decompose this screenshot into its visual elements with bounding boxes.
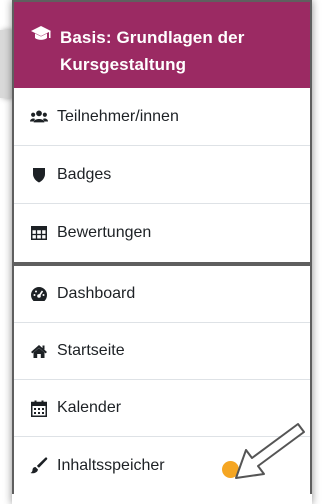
arrow-pointer-icon [235, 423, 305, 479]
shield-icon [30, 166, 48, 184]
nav-item-label: Badges [57, 165, 112, 183]
nav-item-badges[interactable]: Badges [14, 146, 310, 204]
nav-item-label: Dashboard [57, 285, 136, 302]
tachometer-icon [30, 285, 48, 303]
calendar-icon [30, 399, 48, 417]
nav-item-grades[interactable]: Bewertungen [14, 204, 310, 262]
table-icon [30, 224, 48, 242]
nav-item-label: Startseite [57, 342, 125, 359]
nav-item-participants[interactable]: Teilnehmer/innen [14, 88, 310, 146]
users-icon [30, 108, 48, 126]
background-window-edge [0, 30, 12, 98]
nav-item-label: Kalender [57, 399, 122, 416]
course-title: Basis: Grundlagen der Kursgestaltung [60, 28, 245, 74]
nav-item-label: Inhaltsspeicher [57, 456, 165, 474]
nav-item-label: Bewertungen [57, 224, 152, 241]
nav-item-dashboard[interactable]: Dashboard [14, 266, 310, 323]
graduation-cap-icon [30, 25, 52, 43]
nav-item-label: Teilnehmer/innen [57, 107, 179, 125]
course-nav-group: Teilnehmer/innen Badges Bewertungen [12, 88, 312, 266]
home-icon [30, 342, 48, 360]
nav-item-home[interactable]: Startseite [14, 323, 310, 380]
course-header[interactable]: Basis: Grundlagen der Kursgestaltung [12, 0, 312, 88]
paintbrush-icon [30, 457, 48, 475]
